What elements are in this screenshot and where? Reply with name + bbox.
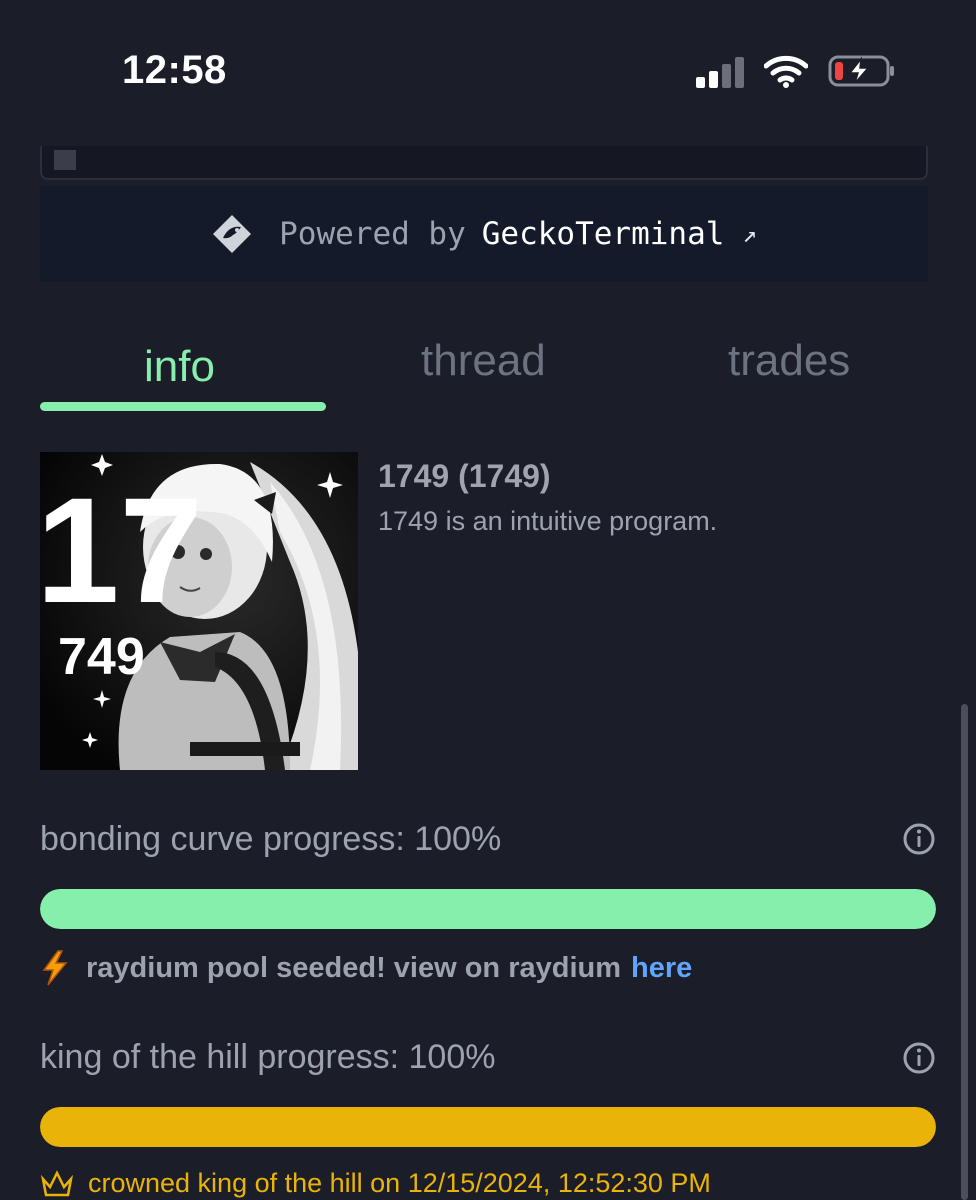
battery-charging-icon [828,55,894,87]
chart-frame [40,146,928,180]
bonding-curve-progress-bar [40,889,936,929]
tab-bar: info thread trades [40,330,928,414]
crown-icon [40,1169,74,1199]
token-title: 1749 (1749) [378,458,551,494]
clock: 12:58 [122,48,227,92]
wifi-icon [764,55,808,88]
tab-info[interactable]: info [144,342,215,392]
chart-toolbar-square [54,150,76,170]
raydium-here-link[interactable]: here [631,952,692,985]
crowned-notice: crowned king of the hill on 12/15/2024, … [40,1168,711,1199]
king-of-hill-progress-bar [40,1107,936,1147]
token-image: 17 749 [40,452,358,770]
crowned-text: crowned king of the hill on 12/15/2024, … [88,1168,711,1198]
info-icon[interactable] [902,822,936,856]
status-icons [696,54,896,88]
info-icon[interactable] [902,1041,936,1075]
status-bar: 12:58 [0,0,976,140]
raydium-notice: raydium pool seeded! view on raydium her… [40,950,692,986]
token-image-text-top: 17 [40,466,203,634]
scrollbar[interactable] [961,704,968,1200]
cellular-signal-icon [696,54,744,88]
external-link-icon: ↗ [742,220,757,248]
lightning-icon [40,950,70,986]
king-of-hill-progress-fill [40,1107,936,1147]
powered-by-link[interactable]: Powered by GeckoTerminal ↗ [40,186,928,282]
king-of-hill-label: king of the hill progress: 100% [40,1038,496,1076]
bonding-curve-progress-fill [40,889,936,929]
token-description: 1749 is an intuitive program. [378,506,718,536]
tab-thread[interactable]: thread [421,336,546,386]
bonding-curve-label: bonding curve progress: 100% [40,820,502,858]
active-tab-indicator [40,402,326,411]
gecko-icon [211,213,253,255]
tab-trades[interactable]: trades [728,336,850,386]
raydium-notice-text: raydium pool seeded! view on raydium [86,951,622,984]
gecko-terminal-brand: GeckoTerminal [481,216,725,252]
token-image-text-bottom: 749 [58,628,145,686]
powered-by-text: Powered by [279,216,466,252]
